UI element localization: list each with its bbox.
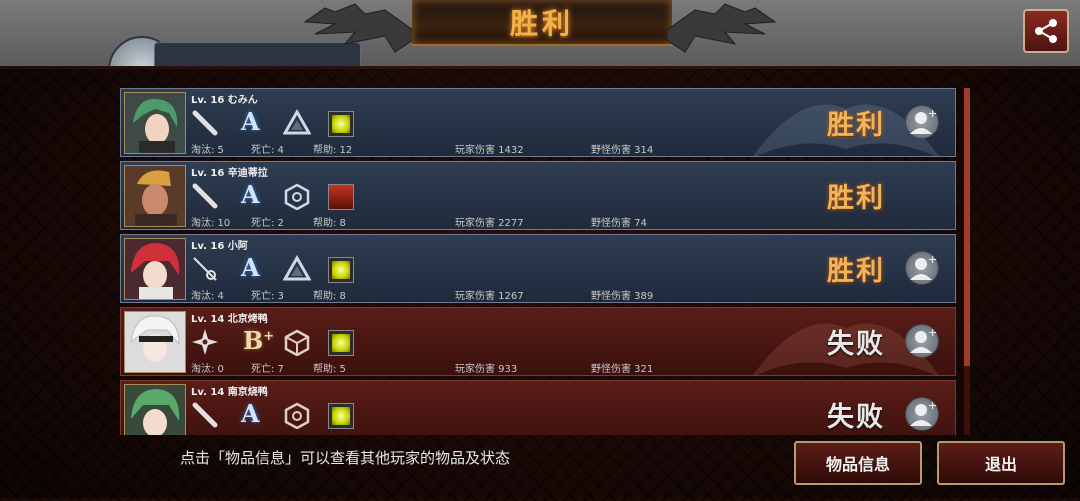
player-damage: 玩家伤害 933 bbox=[455, 364, 518, 375]
left-wing-icon bbox=[303, 3, 414, 53]
deaths: 死亡: 2 bbox=[251, 218, 284, 229]
add-friend-icon: + bbox=[910, 107, 937, 134]
monster-damage: 野怪伤害 74 bbox=[591, 218, 647, 229]
svg-text:+: + bbox=[928, 399, 937, 412]
kills: 淘汰: 0 bbox=[191, 364, 224, 375]
kills: 淘汰: 5 bbox=[191, 145, 224, 156]
class-triangle-icon bbox=[283, 255, 311, 281]
rank-grade: A bbox=[241, 399, 260, 428]
player-damage: 玩家伤害 2277 bbox=[455, 218, 524, 229]
kills: 淘汰: 4 bbox=[191, 291, 224, 302]
right-wing-icon bbox=[666, 3, 777, 53]
match-result: 失败 bbox=[827, 402, 885, 433]
kills: 淘汰: 10 bbox=[191, 218, 231, 229]
class-triangle-icon bbox=[283, 109, 311, 135]
player-row: Lv. 14 南京烧鸭 A 失败 + bbox=[120, 380, 956, 435]
avatar bbox=[124, 311, 186, 373]
player-row: Lv. 14 北京烤鸭 B+ 淘汰: 0 死亡: 7 帮助: 5 玩家伤害 93… bbox=[120, 307, 956, 376]
avatar bbox=[124, 384, 186, 435]
monster-damage: 野怪伤害 389 bbox=[591, 291, 654, 302]
player-name: Lv. 14 南京烧鸭 bbox=[191, 387, 268, 398]
item-slot bbox=[328, 184, 354, 210]
page-title: 胜利 bbox=[509, 7, 574, 40]
avatar bbox=[124, 238, 186, 300]
player-damage: 玩家伤害 1432 bbox=[455, 145, 524, 156]
rank-grade: A bbox=[241, 253, 260, 282]
exit-button[interactable]: 退出 bbox=[937, 441, 1065, 485]
match-result: 胜利 bbox=[827, 256, 885, 287]
add-friend-button[interactable]: + bbox=[905, 251, 939, 285]
bat-weapon-icon bbox=[192, 110, 218, 136]
hint-text: 点击「物品信息」可以查看其他玩家的物品及状态 bbox=[180, 449, 511, 467]
item-slot bbox=[328, 403, 354, 429]
svg-text:+: + bbox=[928, 107, 937, 120]
add-friend-button[interactable]: + bbox=[905, 397, 939, 431]
monster-damage: 野怪伤害 314 bbox=[591, 145, 654, 156]
shuriken-weapon-icon bbox=[192, 329, 218, 355]
assists: 帮助: 12 bbox=[313, 145, 353, 156]
player-name: Lv. 16 小阿 bbox=[191, 241, 248, 252]
deaths: 死亡: 3 bbox=[251, 291, 284, 302]
player-name: Lv. 16 辛迪蒂拉 bbox=[191, 168, 268, 179]
item-slot bbox=[328, 111, 354, 137]
add-friend-button[interactable]: + bbox=[905, 105, 939, 139]
rank-grade: A bbox=[241, 107, 260, 136]
assists: 帮助: 8 bbox=[313, 291, 346, 302]
item-slot bbox=[328, 257, 354, 283]
player-row: Lv. 16 辛迪蒂拉 A 淘汰: 10 死亡: 2 帮助: 8 玩家伤害 22… bbox=[120, 161, 956, 230]
match-result: 失败 bbox=[827, 329, 885, 360]
player-row: Lv. 16 小阿 A 淘汰: 4 死亡: 3 帮助: 8 玩家伤害 1267 … bbox=[120, 234, 956, 303]
deaths: 死亡: 4 bbox=[251, 145, 284, 156]
bat-weapon-icon bbox=[192, 183, 218, 209]
item-slot bbox=[328, 330, 354, 356]
match-result: 胜利 bbox=[827, 110, 885, 141]
add-friend-button[interactable]: + bbox=[905, 324, 939, 358]
player-damage: 玩家伤害 1267 bbox=[455, 291, 524, 302]
add-friend-icon: + bbox=[910, 253, 937, 280]
avatar bbox=[124, 92, 186, 154]
avatar bbox=[124, 165, 186, 227]
add-friend-icon: + bbox=[910, 326, 937, 353]
svg-text:+: + bbox=[928, 326, 937, 339]
class-hexagon-icon bbox=[284, 402, 310, 429]
monster-damage: 野怪伤害 321 bbox=[591, 364, 654, 375]
assists: 帮助: 5 bbox=[313, 364, 346, 375]
class-hexagon-icon bbox=[284, 329, 310, 356]
deaths: 死亡: 7 bbox=[251, 364, 284, 375]
assists: 帮助: 8 bbox=[313, 218, 346, 229]
player-row: Lv. 16 むみん A 淘汰: 5 死亡: 4 帮助: 12 玩家伤害 143… bbox=[120, 88, 956, 157]
share-icon bbox=[1035, 19, 1057, 43]
add-friend-icon: + bbox=[910, 399, 937, 426]
bat-weapon-icon bbox=[192, 402, 218, 428]
svg-text:+: + bbox=[928, 253, 937, 266]
title-plate: 胜利 bbox=[412, 0, 672, 46]
scrollbar-thumb[interactable] bbox=[964, 88, 970, 366]
rank-grade: A bbox=[241, 180, 260, 209]
player-name: Lv. 14 北京烤鸭 bbox=[191, 314, 268, 325]
rank-grade: B+ bbox=[243, 326, 275, 355]
rapier-weapon-icon bbox=[193, 257, 217, 281]
class-hexagon-icon bbox=[284, 183, 310, 210]
item-info-button[interactable]: 物品信息 bbox=[794, 441, 922, 485]
share-button[interactable] bbox=[1023, 9, 1069, 53]
match-result: 胜利 bbox=[827, 183, 885, 214]
player-name: Lv. 16 むみん bbox=[191, 95, 258, 106]
player-list[interactable]: Lv. 16 むみん A 淘汰: 5 死亡: 4 帮助: 12 玩家伤害 143… bbox=[120, 88, 960, 435]
